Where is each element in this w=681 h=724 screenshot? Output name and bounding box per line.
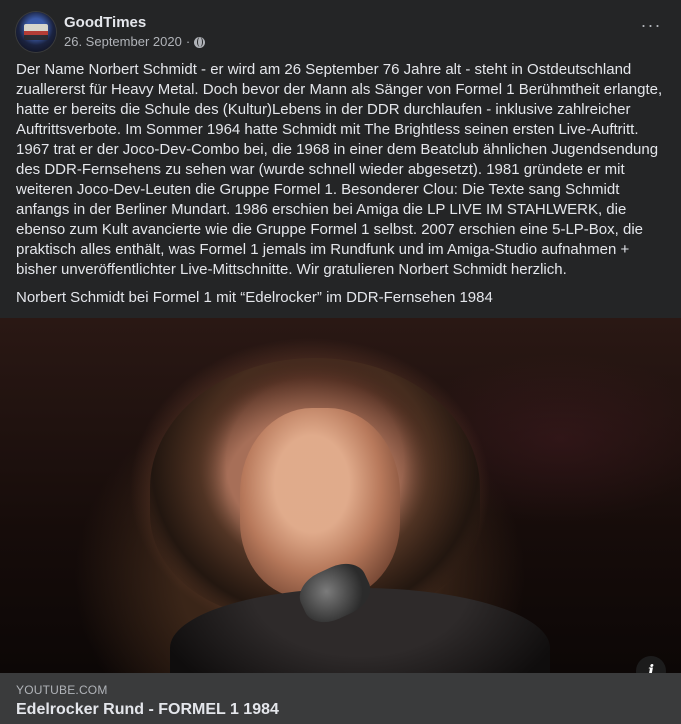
more-options-icon[interactable]: ··· [637, 16, 665, 38]
avatar-logo-icon [24, 24, 48, 40]
post-card: GoodTimes 26. September 2020 · ··· Der N… [0, 0, 681, 724]
link-domain: YOUTUBE.COM [16, 683, 108, 697]
post-date-link[interactable]: 26. September 2020 [64, 34, 182, 49]
post-paragraph: Der Name Norbert Schmidt - er wird am 26… [16, 61, 663, 278]
video-thumbnail[interactable]: i [0, 318, 681, 673]
post-text: Der Name Norbert Schmidt - er wird am 26… [16, 60, 666, 316]
thumbnail-face [240, 408, 400, 598]
page-avatar[interactable] [16, 12, 56, 52]
link-preview-footer[interactable]: YOUTUBE.COM Edelrocker Rund - FORMEL 1 1… [0, 673, 681, 724]
post-header: GoodTimes 26. September 2020 · ··· [16, 12, 665, 52]
post-paragraph: Norbert Schmidt bei Formel 1 mit “Edelro… [16, 289, 493, 306]
globe-icon[interactable] [194, 37, 206, 48]
post-meta: 26. September 2020 · [64, 34, 206, 49]
link-title[interactable]: Edelrocker Rund - FORMEL 1 1984 [16, 701, 279, 719]
meta-separator: · [185, 34, 191, 49]
page-name-link[interactable]: GoodTimes [64, 14, 146, 31]
